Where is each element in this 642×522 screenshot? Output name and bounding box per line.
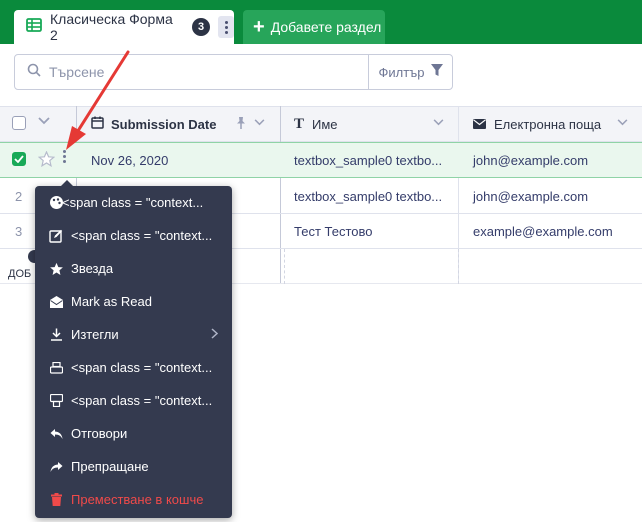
annotation-arrow: [66, 50, 130, 150]
